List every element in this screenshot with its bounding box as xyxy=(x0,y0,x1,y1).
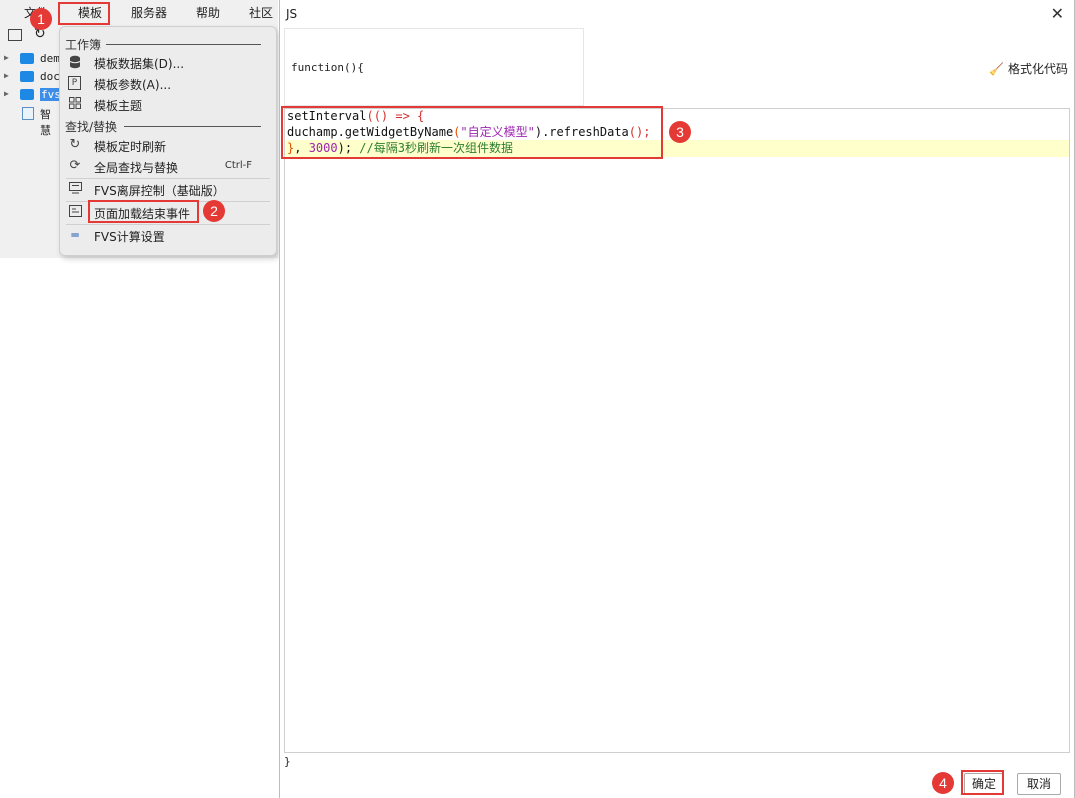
menu-item-label: 模板主题 xyxy=(94,99,143,113)
menu-help[interactable]: 帮助 xyxy=(196,4,220,21)
tree-item[interactable]: ▶ doc xyxy=(0,68,60,86)
menu-item-find-replace[interactable]: ⟳ 全局查找与替换 Ctrl-F xyxy=(60,156,276,176)
expand-arrow-icon[interactable]: ▶ xyxy=(4,71,9,80)
tree-item[interactable]: 智慧 xyxy=(0,104,60,137)
step-badge: 3 xyxy=(669,121,691,143)
format-code-button[interactable]: 🧹 格式化代码 xyxy=(989,60,1068,78)
section-divider xyxy=(124,126,261,127)
menu-item-label: 全局查找与替换 xyxy=(94,161,179,175)
folder-icon xyxy=(20,53,34,64)
expand-arrow-icon[interactable]: ▶ xyxy=(4,89,9,98)
menu-server[interactable]: 服务器 xyxy=(131,4,167,21)
theme-grid-icon xyxy=(68,97,82,111)
highlight-box-page-load-event xyxy=(88,200,199,223)
folder-icon xyxy=(20,89,34,100)
refresh-timer-icon: ↻ xyxy=(69,137,81,152)
menu-item-template-dataset[interactable]: 模板数据集(D)... xyxy=(60,52,276,72)
tree-item[interactable]: ▶ dem xyxy=(0,50,60,68)
menu-item-fvs-calc-settings[interactable]: ═ FVS计算设置 xyxy=(60,225,276,245)
tree-item[interactable]: ▶ fvs xyxy=(0,86,62,104)
new-folder-icon[interactable] xyxy=(8,29,22,41)
menu-item-label: 模板数据集(D)... xyxy=(94,57,185,71)
calc-settings-icon: ═ xyxy=(71,228,79,242)
monitor-icon xyxy=(68,182,82,196)
code-editor[interactable]: setInterval(() => { duchamp.getWidgetByN… xyxy=(284,108,1070,753)
function-header-area: function(){ xyxy=(284,28,584,106)
section-divider xyxy=(106,44,261,45)
shortcut-label: Ctrl-F xyxy=(224,160,252,171)
menu-item-label: FVS离屏控制（基础版） xyxy=(94,184,225,198)
load-event-icon xyxy=(68,205,82,219)
step-badge: 4 xyxy=(932,772,954,794)
menu-item-label: 模板参数(A)... xyxy=(94,78,172,92)
menu-item-template-params[interactable]: P 模板参数(A)... xyxy=(60,73,276,93)
highlight-box-template-menu xyxy=(58,2,110,25)
step-badge: 1 xyxy=(30,8,52,30)
format-code-label: 格式化代码 xyxy=(1007,62,1068,76)
parameter-icon: P xyxy=(68,76,81,90)
folder-icon xyxy=(20,71,34,82)
section-find-label: 查找/替换 xyxy=(65,120,118,134)
function-signature: function(){ xyxy=(291,61,364,74)
broom-icon: 🧹 xyxy=(989,62,1004,76)
tree-item-label: dem xyxy=(40,52,60,65)
dialog-title: JS xyxy=(286,7,298,21)
menu-item-label: FVS计算设置 xyxy=(94,230,165,244)
expand-arrow-icon[interactable]: ▶ xyxy=(4,53,9,62)
menu-item-template-theme[interactable]: 模板主题 xyxy=(60,94,276,114)
function-closing-brace: } xyxy=(284,755,291,768)
tree-item-label: 智慧 xyxy=(40,108,51,137)
menu-item-timed-refresh[interactable]: ↻ 模板定时刷新 xyxy=(60,135,276,155)
step-badge: 2 xyxy=(203,200,225,222)
tree-item-label: doc xyxy=(40,70,60,83)
menu-community[interactable]: 社区 xyxy=(249,4,273,21)
highlight-box-code xyxy=(281,106,663,159)
cancel-button[interactable]: 取消 xyxy=(1017,773,1061,795)
menu-item-label: 模板定时刷新 xyxy=(94,140,167,154)
section-workbook-label: 工作簿 xyxy=(65,38,102,52)
highlight-box-ok xyxy=(961,770,1004,795)
menu-item-fvs-offscreen[interactable]: FVS离屏控制（基础版） xyxy=(60,179,276,199)
database-icon xyxy=(68,55,82,69)
search-replace-icon: ⟳ xyxy=(69,158,81,173)
report-file-icon xyxy=(22,107,34,120)
close-icon[interactable]: ✕ xyxy=(1051,4,1064,23)
file-toolbar: ↻ xyxy=(0,26,60,48)
